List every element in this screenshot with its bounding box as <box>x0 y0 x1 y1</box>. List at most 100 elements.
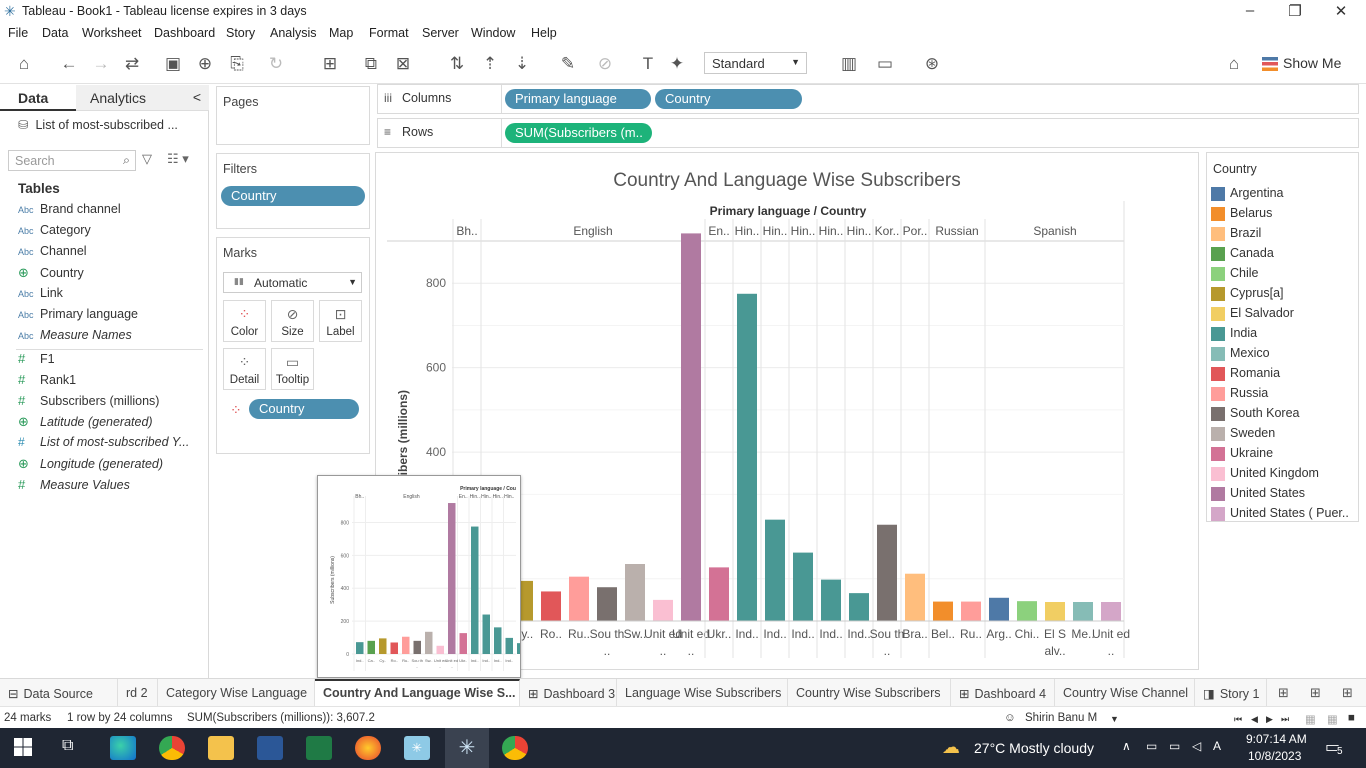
bar[interactable] <box>933 601 953 621</box>
menu-analysis[interactable]: Analysis <box>270 26 317 40</box>
bar[interactable] <box>793 552 813 621</box>
field-item[interactable]: Abc Channel <box>18 244 87 264</box>
collapse-pane-icon[interactable]: < <box>193 89 201 105</box>
bar[interactable] <box>569 576 589 621</box>
menu-window[interactable]: Window <box>471 26 515 40</box>
new-datasource-icon[interactable]: ⊕ <box>193 53 217 75</box>
replace-data-icon[interactable]: ⇄ <box>120 53 144 75</box>
new-worksheet-icon[interactable]: ⊞ <box>318 53 342 75</box>
pause-updates-icon[interactable]: ⎘ <box>225 53 249 75</box>
undo-icon[interactable]: ← <box>57 53 81 75</box>
menu-format[interactable]: Format <box>369 26 409 40</box>
duplicate-sheet-icon[interactable]: ⧉ <box>359 53 383 75</box>
chrome-profile-icon[interactable] <box>502 736 528 760</box>
last-sheet-icon[interactable]: ⏭ <box>1281 714 1289 725</box>
file-explorer-icon[interactable] <box>208 736 234 760</box>
minimize-button[interactable]: – <box>1230 2 1270 22</box>
format-painter-icon[interactable]: ⌂ <box>1222 53 1246 75</box>
show-sheet-sorter-icon[interactable]: ▦ <box>1327 712 1338 726</box>
presentation-icon[interactable]: ▭ <box>873 53 897 75</box>
sheet-tab[interactable]: Country And Language Wise S... <box>315 679 520 707</box>
volume-icon[interactable]: ◁ <box>1192 739 1201 753</box>
sheet-tab[interactable]: ⊟ Data Source <box>0 679 118 707</box>
home-icon[interactable]: ⌂ <box>12 53 36 75</box>
sheet-tab[interactable]: Country Wise Channel <box>1055 679 1195 707</box>
detail-button[interactable]: ⁘ Detail <box>223 348 266 390</box>
next-sheet-icon[interactable]: ▶ <box>1266 714 1273 725</box>
group-icon[interactable]: ⊘ <box>593 53 617 75</box>
windows-start-icon[interactable] <box>14 738 32 756</box>
field-item[interactable]: ⊕ Latitude (generated) <box>18 414 153 434</box>
filter-icon[interactable]: ▽ <box>142 151 152 167</box>
filters-card[interactable]: Filters Country <box>216 153 370 229</box>
bar[interactable] <box>877 524 897 621</box>
tableau-active-taskbar-icon[interactable]: ✳ <box>445 728 489 768</box>
search-input[interactable]: Search ⌕ <box>8 150 136 171</box>
show-me-button[interactable]: Show Me <box>1283 55 1341 71</box>
clock-time[interactable]: 9:07:14 AM <box>1246 732 1307 746</box>
sheet-tab[interactable]: ⊞ Dashboard 4 <box>951 679 1055 707</box>
sort-ascending-icon[interactable]: ⇡ <box>478 53 502 75</box>
save-icon[interactable]: ▣ <box>161 53 185 75</box>
sheet-tab[interactable]: Country Wise Subscribers <box>788 679 951 707</box>
bar[interactable] <box>653 599 673 621</box>
tableau-taskbar-icon[interactable]: ✳ <box>404 736 430 760</box>
bar[interactable] <box>1045 602 1065 621</box>
new-story-tab-icon[interactable]: ⊞ <box>1342 685 1353 701</box>
firefox-icon[interactable] <box>355 736 381 760</box>
tooltip-button[interactable]: ▭ Tooltip <box>271 348 314 390</box>
chevron-down-icon[interactable]: ▼ <box>1110 714 1119 724</box>
field-item[interactable]: ⊕ Longitude (generated) <box>18 456 163 476</box>
field-item[interactable]: # Subscribers (millions) <box>18 393 159 413</box>
swap-icon[interactable]: ⇅ <box>445 53 469 75</box>
bar[interactable] <box>1073 602 1093 621</box>
menu-file[interactable]: File <box>8 26 28 40</box>
bar[interactable] <box>765 519 785 621</box>
mark-type-select[interactable]: ▮▮ Automatic ▼ <box>223 272 362 293</box>
sheet-tab[interactable]: rd 2 <box>118 679 158 707</box>
bar[interactable] <box>737 293 757 621</box>
bar[interactable] <box>1017 601 1037 621</box>
menu-map[interactable]: Map <box>329 26 353 40</box>
sort-descending-icon[interactable]: ⇣ <box>510 53 534 75</box>
color-pill-country[interactable]: Country <box>249 399 359 419</box>
bar[interactable] <box>1101 602 1121 621</box>
bar[interactable] <box>849 593 869 621</box>
show-filmstrip-icon[interactable]: ▦ <box>1305 712 1316 726</box>
bar[interactable] <box>597 587 617 621</box>
weather-text[interactable]: 27°C Mostly cloudy <box>974 740 1094 756</box>
pin-icon[interactable]: ✦ <box>665 53 689 75</box>
new-dashboard-tab-icon[interactable]: ⊞ <box>1310 685 1321 701</box>
column-pill-primary-language[interactable]: Primary language <box>505 89 651 109</box>
pages-card[interactable]: Pages <box>216 86 370 145</box>
bar[interactable] <box>821 579 841 621</box>
sheet-tab[interactable]: ⊞ Dashboard 3 <box>520 679 617 707</box>
show-me-icon[interactable] <box>1262 57 1278 71</box>
new-worksheet-tab-icon[interactable]: ⊞ <box>1278 685 1289 701</box>
bar[interactable] <box>961 601 981 621</box>
show-cards-icon[interactable]: ▥ <box>837 53 861 75</box>
language-icon[interactable]: A <box>1213 739 1221 753</box>
chrome-icon[interactable] <box>159 736 185 760</box>
share-icon[interactable]: ⊛ <box>920 53 944 75</box>
field-item[interactable]: Abc Measure Names <box>18 328 132 348</box>
view-options-icon[interactable]: ☷ ▾ <box>167 151 189 167</box>
field-item[interactable]: # F1 <box>18 351 55 371</box>
columns-shelf[interactable]: iii Columns Primary language Country <box>377 84 1359 114</box>
field-item[interactable]: Abc Category <box>18 223 91 243</box>
row-pill-sum-subscribers[interactable]: SUM(Subscribers (m.. <box>505 123 652 143</box>
menu-help[interactable]: Help <box>531 26 557 40</box>
refresh-icon[interactable]: ↻ <box>264 53 288 75</box>
field-item[interactable]: Abc Link <box>18 286 63 306</box>
close-button[interactable]: ✕ <box>1321 2 1361 22</box>
restore-button[interactable]: ❐ <box>1275 2 1315 22</box>
field-item[interactable]: # Measure Values <box>18 477 130 497</box>
bar[interactable] <box>625 564 645 621</box>
menu-data[interactable]: Data <box>42 26 68 40</box>
bar[interactable] <box>989 597 1009 621</box>
field-item[interactable]: # Rank1 <box>18 372 76 392</box>
word-icon[interactable] <box>257 736 283 760</box>
fit-select[interactable]: Standard ▼ <box>704 52 807 74</box>
meet-now-icon[interactable]: ▭ <box>1146 739 1157 753</box>
highlight-icon[interactable]: ✎ <box>556 53 580 75</box>
